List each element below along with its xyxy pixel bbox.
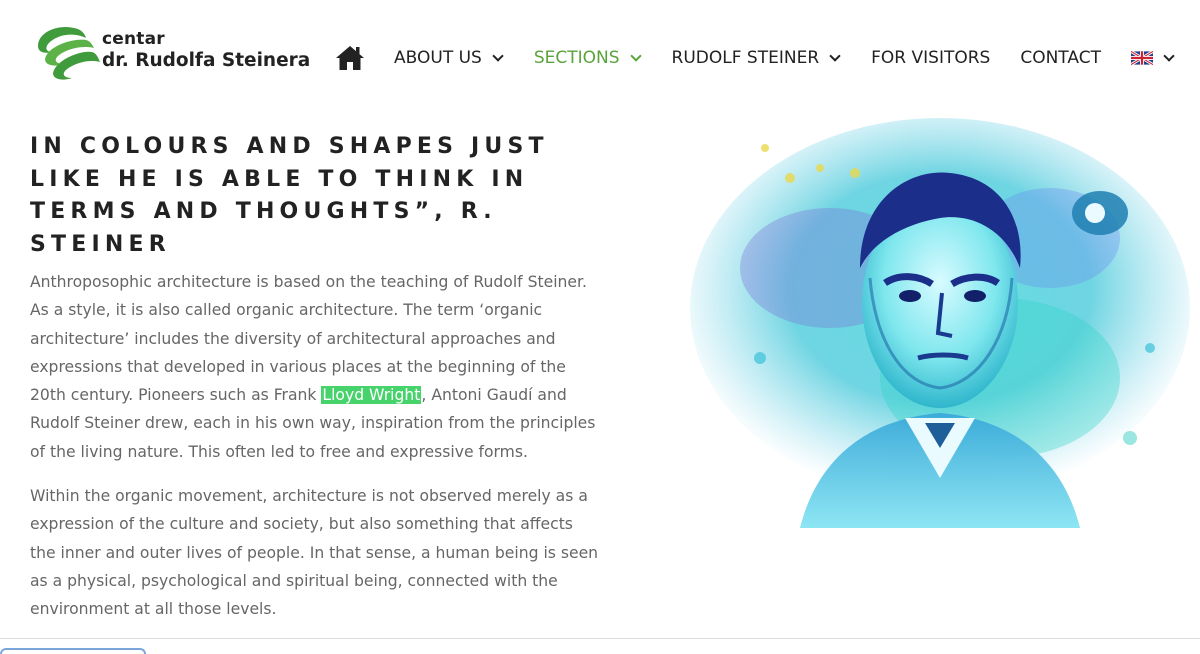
nav-contact[interactable]: CONTACT: [1020, 48, 1101, 68]
nav-rudolf-steiner-label: RUDOLF STEINER: [671, 48, 820, 68]
bottom-divider: [0, 638, 1200, 639]
steiner-portrait-image: [690, 118, 1190, 528]
page-heading: IN COLOURS AND SHAPES JUST LIKE HE IS AB…: [30, 134, 549, 257]
paragraph-1: Anthroposophic architecture is based on …: [30, 268, 600, 466]
nav-about-us-label: ABOUT US: [394, 48, 482, 68]
highlighted-text: Lloyd Wright: [321, 386, 422, 405]
main-nav: ABOUT US SECTIONS RUDOLF STEINER FOR VIS…: [334, 38, 1175, 78]
nav-sections-label: SECTIONS: [533, 48, 620, 68]
logo-text-line2: dr. Rudolfa Steinera: [102, 50, 311, 71]
nav-contact-label: CONTACT: [1020, 48, 1101, 68]
paragraph-2: Within the organic movement, architectur…: [30, 487, 599, 619]
uk-flag-icon: [1130, 51, 1153, 65]
chevron-down-icon: [629, 49, 642, 62]
site-header: centar dr. Rudolfa Steinera ABOUT US SEC…: [0, 0, 1200, 118]
chevron-down-icon: [1163, 49, 1175, 62]
logo-swirl-icon: [38, 26, 100, 80]
chevron-down-icon: [829, 49, 841, 62]
chevron-down-icon: [492, 49, 504, 62]
nav-for-visitors[interactable]: FOR VISITORS: [871, 48, 990, 68]
paragraph-1-text: Anthroposophic architecture is based on …: [30, 273, 587, 405]
nav-about-us[interactable]: ABOUT US: [394, 48, 504, 68]
nav-for-visitors-label: FOR VISITORS: [871, 48, 991, 68]
language-switcher[interactable]: [1130, 49, 1175, 65]
nav-rudolf-steiner[interactable]: RUDOLF STEINER: [671, 48, 841, 68]
nav-home[interactable]: [334, 42, 366, 74]
home-icon: [336, 46, 364, 70]
site-logo[interactable]: centar dr. Rudolfa Steinera: [30, 22, 310, 92]
logo-text-line1: centar: [102, 29, 165, 49]
nav-sections[interactable]: SECTIONS: [533, 48, 642, 68]
bottom-tab[interactable]: [0, 648, 146, 654]
